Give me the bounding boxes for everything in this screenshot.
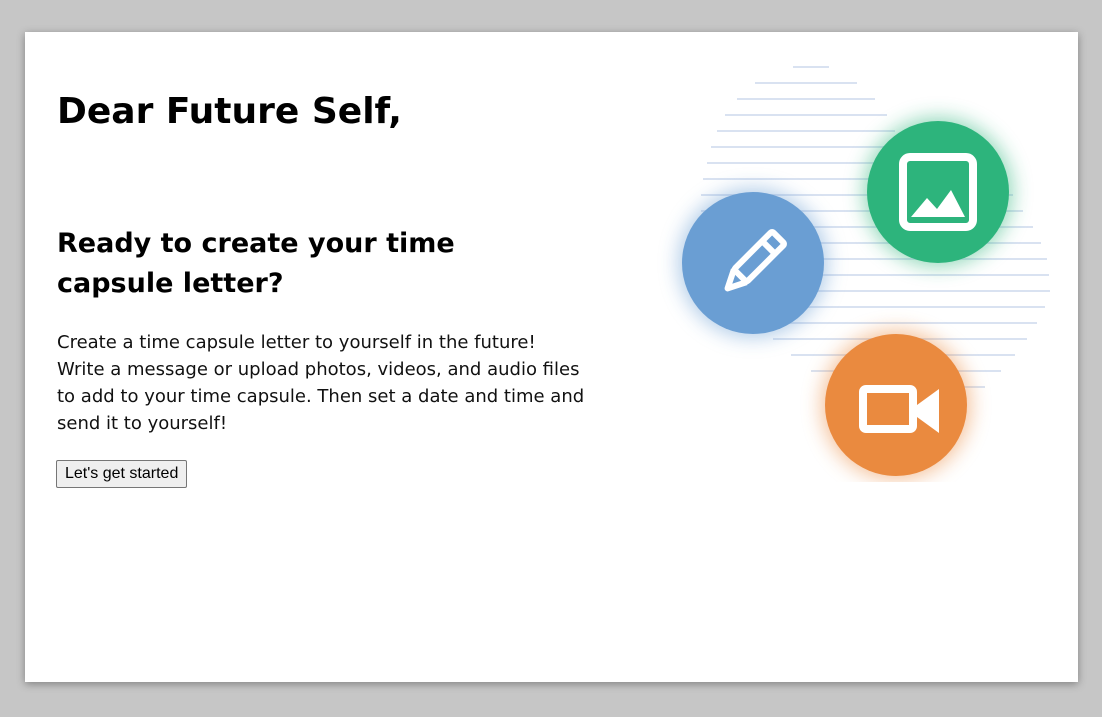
pencil-badge — [679, 189, 827, 337]
video-badge — [822, 331, 970, 479]
page-title: Dear Future Self, — [57, 91, 402, 132]
intro-heading: Ready to create your time capsule letter… — [57, 228, 455, 299]
intro-description: Create a time capsule letter to yourself… — [57, 332, 585, 434]
main-card: Dear Future Self, Ready to create your t… — [25, 32, 1078, 682]
image-badge — [864, 118, 1012, 266]
hero-illustration — [679, 66, 1050, 479]
get-started-button[interactable]: Let's get started — [56, 460, 188, 488]
